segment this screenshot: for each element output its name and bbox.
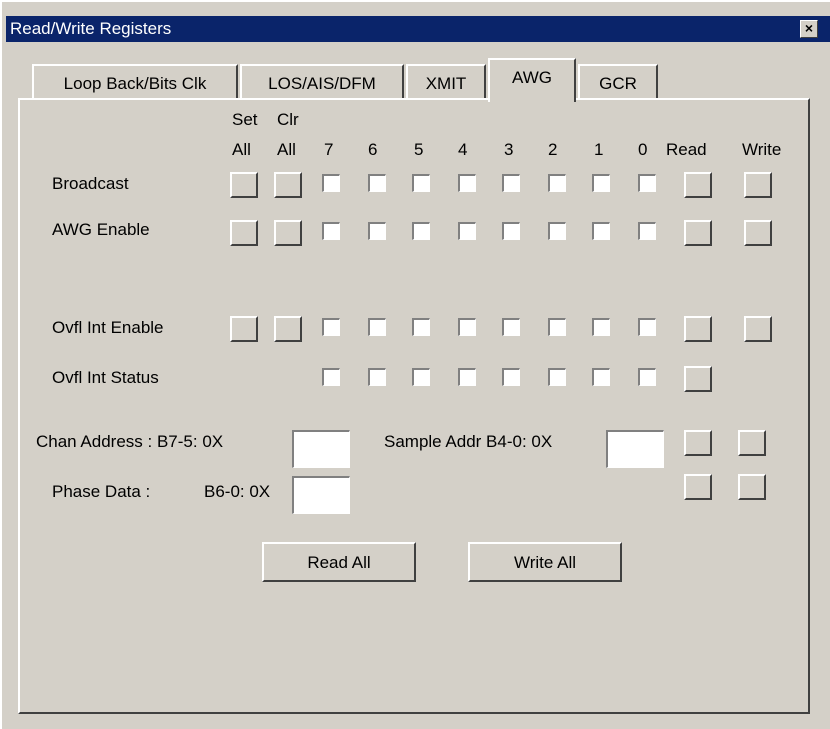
ovfl-int-enable-bit-1-checkbox[interactable] bbox=[592, 318, 610, 336]
broadcast-bit-2-checkbox[interactable] bbox=[548, 174, 566, 192]
ovfl-int-status-bit-3-checkbox[interactable] bbox=[502, 368, 520, 386]
sample-addr-label: Sample Addr B4-0: 0X bbox=[384, 432, 553, 451]
bit-3-header: 3 bbox=[504, 140, 514, 159]
ovfl-int-enable-bit-3-checkbox[interactable] bbox=[502, 318, 520, 336]
ovfl-int-enable-write-button[interactable] bbox=[744, 316, 772, 342]
broadcast-bit-3-checkbox[interactable] bbox=[502, 174, 520, 192]
ovfl-int-enable-clr-all-button[interactable] bbox=[274, 316, 302, 342]
ovfl-int-enable-set-all-button[interactable] bbox=[230, 316, 258, 342]
awg-enable-bit-5-checkbox[interactable] bbox=[412, 222, 430, 240]
ovfl-int-enable-bit-5-checkbox[interactable] bbox=[412, 318, 430, 336]
broadcast-bit-5-checkbox[interactable] bbox=[412, 174, 430, 192]
awg-enable-bit-1-checkbox[interactable] bbox=[592, 222, 610, 240]
bit-7-header: 7 bbox=[324, 140, 334, 159]
set-all-header-bottom: All bbox=[232, 140, 251, 159]
tab-label: XMIT bbox=[425, 74, 467, 93]
chan-address-label: Chan Address : B7-5: 0X bbox=[36, 432, 224, 451]
address-read-button[interactable] bbox=[684, 430, 712, 456]
read-header: Read bbox=[666, 140, 707, 159]
broadcast-bit-0-checkbox[interactable] bbox=[638, 174, 656, 192]
awg-enable-label: AWG Enable bbox=[52, 220, 150, 239]
ovfl-int-enable-bit-6-checkbox[interactable] bbox=[368, 318, 386, 336]
ovfl-int-status-bit-4-checkbox[interactable] bbox=[458, 368, 476, 386]
register-dialog: Read/Write Registers × Loop Back/Bits Cl… bbox=[0, 0, 830, 729]
broadcast-label: Broadcast bbox=[52, 174, 129, 193]
ovfl-int-status-bit-1-checkbox[interactable] bbox=[592, 368, 610, 386]
tab-label: LOS/AIS/DFM bbox=[268, 74, 376, 93]
phase-bits-label: B6-0: 0X bbox=[204, 482, 271, 501]
tab-xmit[interactable]: XMIT bbox=[406, 64, 486, 98]
bit-2-header: 2 bbox=[548, 140, 558, 159]
write-header: Write bbox=[742, 140, 782, 159]
clr-all-header-bottom: All bbox=[277, 140, 296, 159]
awg-enable-clr-all-button[interactable] bbox=[274, 220, 302, 246]
awg-enable-bit-0-checkbox[interactable] bbox=[638, 222, 656, 240]
awg-enable-write-button[interactable] bbox=[744, 220, 772, 246]
awg-enable-bit-4-checkbox[interactable] bbox=[458, 222, 476, 240]
phase-data-input[interactable] bbox=[292, 476, 350, 514]
bit-5-header: 5 bbox=[414, 140, 424, 159]
chan-address-input[interactable] bbox=[292, 430, 350, 468]
phase-data-label: Phase Data : bbox=[52, 482, 151, 501]
awg-enable-bit-2-checkbox[interactable] bbox=[548, 222, 566, 240]
broadcast-bit-7-checkbox[interactable] bbox=[322, 174, 340, 192]
broadcast-bit-1-checkbox[interactable] bbox=[592, 174, 610, 192]
tab-loop-back-bits-clk[interactable]: Loop Back/Bits Clk bbox=[32, 64, 238, 98]
broadcast-set-all-button[interactable] bbox=[230, 172, 258, 198]
ovfl-int-enable-read-button[interactable] bbox=[684, 316, 712, 342]
ovfl-int-enable-bit-4-checkbox[interactable] bbox=[458, 318, 476, 336]
awg-enable-bit-7-checkbox[interactable] bbox=[322, 222, 340, 240]
tab-label: Loop Back/Bits Clk bbox=[63, 74, 207, 93]
broadcast-bit-6-checkbox[interactable] bbox=[368, 174, 386, 192]
ovfl-int-status-bit-2-checkbox[interactable] bbox=[548, 368, 566, 386]
broadcast-read-button[interactable] bbox=[684, 172, 712, 198]
broadcast-bit-4-checkbox[interactable] bbox=[458, 174, 476, 192]
ovfl-int-status-read-button[interactable] bbox=[684, 366, 712, 392]
ovfl-int-status-label: Ovfl Int Status bbox=[52, 368, 159, 387]
awg-enable-bit-6-checkbox[interactable] bbox=[368, 222, 386, 240]
address-write-button[interactable] bbox=[738, 430, 766, 456]
ovfl-int-status-bit-0-checkbox[interactable] bbox=[638, 368, 656, 386]
ovfl-int-enable-bit-7-checkbox[interactable] bbox=[322, 318, 340, 336]
broadcast-clr-all-button[interactable] bbox=[274, 172, 302, 198]
tab-label: GCR bbox=[599, 74, 637, 93]
ovfl-int-enable-bit-2-checkbox[interactable] bbox=[548, 318, 566, 336]
bit-1-header: 1 bbox=[594, 140, 604, 159]
window-title: Read/Write Registers bbox=[10, 19, 172, 38]
tab-los-ais-dfm[interactable]: LOS/AIS/DFM bbox=[240, 64, 404, 98]
tab-label: AWG bbox=[512, 68, 552, 87]
tab-gcr[interactable]: GCR bbox=[578, 64, 658, 98]
clr-all-header-top: Clr bbox=[277, 110, 299, 129]
close-icon[interactable]: × bbox=[800, 20, 818, 38]
bit-6-header: 6 bbox=[368, 140, 378, 159]
title-bar[interactable]: Read/Write Registers × bbox=[6, 16, 830, 42]
tab-awg[interactable]: AWG bbox=[488, 58, 576, 102]
phase-read-button[interactable] bbox=[684, 474, 712, 500]
awg-enable-set-all-button[interactable] bbox=[230, 220, 258, 246]
phase-write-button[interactable] bbox=[738, 474, 766, 500]
bit-4-header: 4 bbox=[458, 140, 468, 159]
sample-addr-input[interactable] bbox=[606, 430, 664, 468]
bit-0-header: 0 bbox=[638, 140, 648, 159]
ovfl-int-enable-label: Ovfl Int Enable bbox=[52, 318, 164, 337]
write-all-button[interactable]: Write All bbox=[468, 542, 622, 582]
awg-enable-bit-3-checkbox[interactable] bbox=[502, 222, 520, 240]
awg-enable-read-button[interactable] bbox=[684, 220, 712, 246]
broadcast-write-button[interactable] bbox=[744, 172, 772, 198]
ovfl-int-status-bit-5-checkbox[interactable] bbox=[412, 368, 430, 386]
ovfl-int-enable-bit-0-checkbox[interactable] bbox=[638, 318, 656, 336]
ovfl-int-status-bit-6-checkbox[interactable] bbox=[368, 368, 386, 386]
set-all-header-top: Set bbox=[232, 110, 258, 129]
read-all-button[interactable]: Read All bbox=[262, 542, 416, 582]
ovfl-int-status-bit-7-checkbox[interactable] bbox=[322, 368, 340, 386]
